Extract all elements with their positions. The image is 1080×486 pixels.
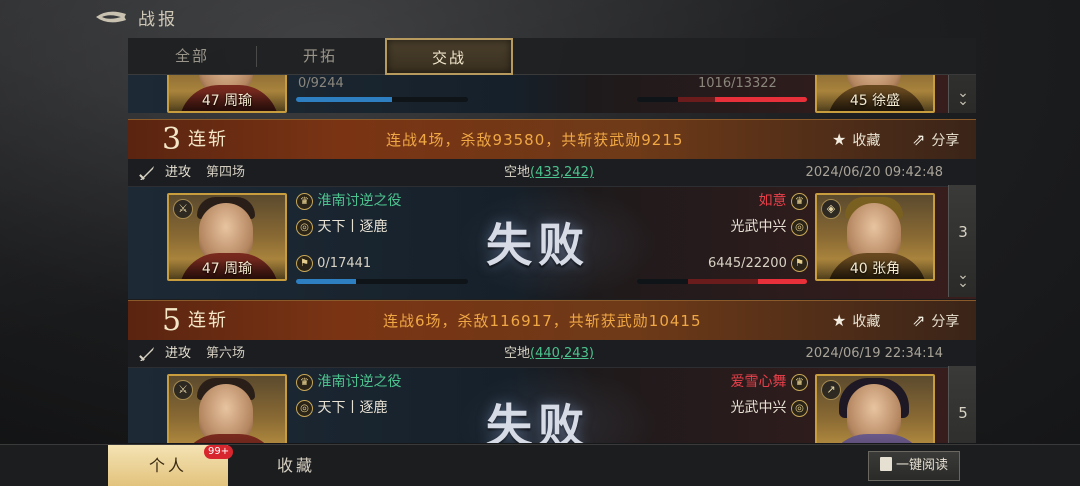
tab-explore[interactable]: 开拓 xyxy=(256,38,384,75)
coordinate-link[interactable]: (433,242) xyxy=(530,165,594,180)
expand-toggle[interactable]: 3 ⌄ ⌄ xyxy=(948,185,976,297)
battle-count: 3 xyxy=(958,223,968,241)
right-troops: 1016/13322 xyxy=(698,76,777,91)
alliance-name: ◎ 天下丨逐鹿 xyxy=(296,398,387,418)
round-label: 第六场 xyxy=(206,346,246,361)
tab-bar: 全部 开拓 交战 xyxy=(128,38,976,75)
battle-time: 2024/06/19 22:34:14 xyxy=(805,346,943,361)
right-troop-bar xyxy=(637,279,807,284)
sword-icon xyxy=(139,347,154,361)
chevron-down-icon: ⌄ ⌄ xyxy=(957,267,969,291)
right-troops: 6445/22200 ⚑ xyxy=(688,255,808,273)
left-troop-bar xyxy=(296,97,468,102)
tab-all[interactable]: 全部 xyxy=(128,38,256,75)
cavalry-icon: ⚔ xyxy=(173,199,193,219)
campaign-name: ♛ 淮南讨逆之役 xyxy=(296,372,401,392)
chevron-down-icon: ⌄ ⌄ xyxy=(957,85,969,109)
player-icon: ♛ xyxy=(791,373,808,391)
page-title: 战报 xyxy=(138,10,178,30)
alliance-icon: ◎ xyxy=(296,218,313,236)
battle-info-row: 进攻 第六场 空地(440,243) 2024/06/19 22:34:14 xyxy=(128,340,976,368)
streak-header: 5 连斩 连战6场，杀敌116917，共斩获武勋10415 ★ 收藏 ⇗ 分享 xyxy=(128,300,976,340)
enemy-player: 爱雪心舞 ♛ xyxy=(688,372,808,392)
streak-count: 3 xyxy=(162,122,182,157)
share-icon: ⇗ xyxy=(912,311,926,330)
campaign-icon: ♛ xyxy=(296,192,313,210)
shield-icon: ◈ xyxy=(821,199,841,219)
left-troop-bar xyxy=(296,279,468,284)
player-icon: ♛ xyxy=(791,192,808,210)
bottom-bar: 个人 99+ 收藏 一键阅读 xyxy=(0,444,1080,486)
battle-count: 5 xyxy=(958,404,968,422)
streak-count: 5 xyxy=(162,303,182,338)
streak-label: 连斩 xyxy=(188,310,228,331)
enemy-player: 如意 ♛ xyxy=(728,191,808,211)
battle-result: 失败 xyxy=(486,399,590,443)
coordinate-link[interactable]: (440,243) xyxy=(530,346,594,361)
spear-icon: ↗ xyxy=(821,380,841,400)
enemy-alliance: 光武中兴 ◎ xyxy=(708,398,808,418)
share-button[interactable]: ⇗ 分享 xyxy=(912,301,959,342)
streak-summary: 连战6场，杀敌116917，共斩获武勋10415 xyxy=(383,312,702,330)
streak-summary: 连战4场，杀敌93580，共斩获武勋9215 xyxy=(386,131,684,149)
left-general-portrait[interactable]: ⚔ xyxy=(167,374,287,443)
share-button[interactable]: ⇗ 分享 xyxy=(912,120,959,161)
share-icon: ⇗ xyxy=(912,130,926,149)
flag-icon: ⚑ xyxy=(296,255,313,272)
right-general-portrait[interactable]: 45 徐盛 xyxy=(815,75,935,113)
notification-badge: 99+ xyxy=(204,445,234,459)
right-general-portrait[interactable]: ◈ 40 张角 xyxy=(815,193,935,281)
general-name: 40 张角 xyxy=(817,259,933,279)
campaign-name: ♛ 淮南讨逆之役 xyxy=(296,191,401,211)
left-troops: 0/9244 xyxy=(298,76,344,91)
favorite-button[interactable]: ★ 收藏 xyxy=(832,120,880,161)
enemy-alliance: 光武中兴 ◎ xyxy=(708,217,808,237)
header: 战报 xyxy=(0,0,1080,34)
general-name: 47 周瑜 xyxy=(169,259,285,279)
alliance-icon: ◎ xyxy=(296,399,313,417)
right-general-portrait[interactable]: ↗ xyxy=(815,374,935,443)
right-troop-bar xyxy=(637,97,807,102)
favorite-button[interactable]: ★ 收藏 xyxy=(832,301,880,342)
streak-header: 3 连斩 连战4场，杀敌93580，共斩获武勋9215 ★ 收藏 ⇗ 分享 xyxy=(128,119,976,159)
star-icon: ★ xyxy=(832,130,847,149)
flag-icon: ⚑ xyxy=(791,255,808,272)
campaign-icon: ♛ xyxy=(296,373,313,391)
partial-report-card[interactable]: 47 周瑜 0/9244 1016/13322 45 徐盛 ⌄ ⌄ xyxy=(128,75,976,113)
general-name: 45 徐盛 xyxy=(817,91,933,111)
battle-result: 失败 xyxy=(486,218,590,272)
alliance-icon: ◎ xyxy=(791,218,808,236)
report-list[interactable]: 47 周瑜 0/9244 1016/13322 45 徐盛 ⌄ ⌄ 3 连斩 连战… xyxy=(128,75,976,443)
back-icon[interactable] xyxy=(94,8,128,26)
general-name: 47 周瑜 xyxy=(169,91,285,111)
sword-icon xyxy=(139,166,154,180)
land-location: 空地(440,243) xyxy=(504,346,594,361)
left-general-portrait[interactable]: 47 周瑜 xyxy=(167,75,287,113)
read-all-button[interactable]: 一键阅读 xyxy=(868,451,960,481)
streak-label: 连斩 xyxy=(188,129,228,150)
alliance-icon: ◎ xyxy=(791,399,808,417)
battle-time: 2024/06/20 09:42:48 xyxy=(805,165,943,180)
cavalry-icon: ⚔ xyxy=(173,380,193,400)
expand-toggle[interactable]: 5 xyxy=(948,366,976,443)
left-general-portrait[interactable]: ⚔ 47 周瑜 xyxy=(167,193,287,281)
book-icon xyxy=(879,457,892,471)
tab-battle[interactable]: 交战 xyxy=(385,38,513,75)
attack-label: 进攻 xyxy=(165,346,192,361)
star-icon: ★ xyxy=(832,311,847,330)
round-label: 第四场 xyxy=(206,165,246,180)
report-card[interactable]: ⚔ ♛ 淮南讨逆之役 ◎ 天下丨逐鹿 失败 爱雪心舞 ♛ 光武中兴 ◎ ↗ 5 xyxy=(128,366,976,443)
report-card[interactable]: ⚔ 47 周瑜 ♛ 淮南讨逆之役 ◎ 天下丨逐鹿 ⚑ 0/17441 失败 如意… xyxy=(128,185,976,299)
alliance-name: ◎ 天下丨逐鹿 xyxy=(296,217,387,237)
battle-info-row: 进攻 第四场 空地(433,242) 2024/06/20 09:42:48 xyxy=(128,159,976,187)
left-troops: ⚑ 0/17441 xyxy=(296,255,371,273)
land-location: 空地(433,242) xyxy=(504,165,594,180)
expand-toggle[interactable]: ⌄ ⌄ xyxy=(948,75,976,113)
attack-label: 进攻 xyxy=(165,165,192,180)
tab-favorites[interactable]: 收藏 xyxy=(236,445,356,486)
